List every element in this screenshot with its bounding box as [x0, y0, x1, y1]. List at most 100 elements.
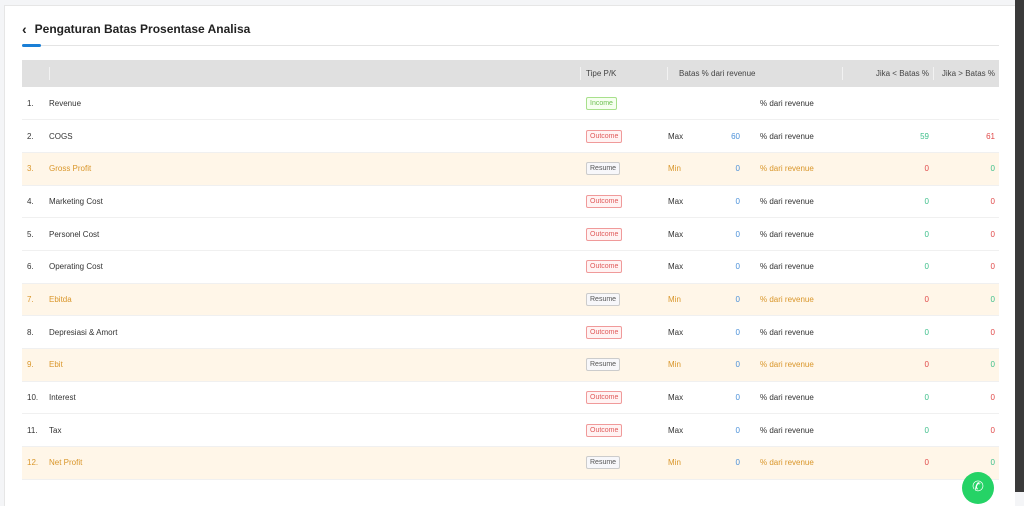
limit-value-input[interactable]: 0: [708, 426, 740, 435]
whatsapp-chat-button[interactable]: ✆: [962, 472, 994, 504]
limit-value-input[interactable]: 60: [708, 132, 740, 141]
type-badge: Resume: [586, 162, 621, 176]
limit-value-input[interactable]: 0: [708, 230, 740, 239]
above-limit-value: 0: [990, 425, 995, 435]
limit-value-input[interactable]: 0: [708, 393, 740, 402]
table-row: 9. Ebit Resume Min 0 % dari revenue 0 0: [22, 348, 999, 382]
row-name: Ebit: [49, 360, 63, 370]
limit-operator: Max: [668, 425, 684, 435]
divider: [22, 45, 999, 46]
type-badge: Resume: [586, 292, 621, 306]
below-limit-value: 0: [924, 164, 929, 174]
limit-unit: % dari revenue: [760, 327, 814, 337]
table-row: 4. Marketing Cost Outcome Max 0 % dari re…: [22, 185, 999, 218]
limit-value-input[interactable]: 0: [708, 164, 740, 173]
row-name: Personel Cost: [49, 229, 100, 239]
row-number: 1.: [27, 98, 34, 108]
table-row: 12. Net Profit Resume Min 0 % dari revenu…: [22, 446, 999, 480]
table-header: Tipe P/K Batas % dari revenue Jika < Bat…: [22, 60, 999, 87]
limit-operator: Min: [668, 294, 681, 304]
row-name: COGS: [49, 131, 73, 141]
row-number: 7.: [27, 294, 34, 304]
row-name: Net Profit: [49, 458, 83, 468]
col-below: Jika < Batas %: [842, 60, 933, 87]
limit-value-input[interactable]: 0: [708, 360, 740, 369]
limit-operator: Max: [668, 196, 684, 206]
row-number: 5.: [27, 229, 34, 239]
row-number: 12.: [27, 458, 39, 468]
limit-operator: Max: [668, 262, 684, 272]
type-badge: Resume: [586, 456, 621, 470]
limit-unit: % dari revenue: [760, 262, 814, 272]
limit-unit: % dari revenue: [760, 196, 814, 206]
below-limit-value: 0: [924, 196, 929, 206]
above-limit-value: 0: [990, 229, 995, 239]
row-number: 2.: [27, 131, 34, 141]
limit-unit: % dari revenue: [760, 393, 814, 403]
limits-table: Tipe P/K Batas % dari revenue Jika < Bat…: [22, 60, 999, 480]
table-row: 7. Ebitda Resume Min 0 % dari revenue 0 0: [22, 283, 999, 316]
col-type: Tipe P/K: [580, 60, 667, 87]
limit-operator: Max: [668, 393, 684, 403]
table-row: 11. Tax Outcome Max 0 % dari revenue 0 0: [22, 414, 999, 447]
table-row: 5. Personel Cost Outcome Max 0 % dari rev…: [22, 218, 999, 251]
limit-value-input[interactable]: 0: [708, 328, 740, 337]
limit-operator: Max: [668, 131, 684, 141]
below-limit-value: 0: [924, 393, 929, 403]
limit-unit: % dari revenue: [760, 458, 814, 468]
type-badge: Outcome: [586, 129, 623, 143]
col-above: Jika > Batas %: [933, 60, 999, 87]
limit-operator: Max: [668, 229, 684, 239]
col-no: [22, 60, 49, 87]
row-name: Interest: [49, 393, 76, 403]
window-edge: [1015, 0, 1024, 492]
row-name: Depresiasi & Amort: [49, 327, 118, 337]
col-name: [49, 60, 580, 87]
active-tab-indicator: [22, 44, 41, 47]
limit-value-input[interactable]: 0: [708, 262, 740, 271]
type-badge: Outcome: [586, 391, 623, 405]
row-number: 6.: [27, 262, 34, 272]
limit-unit: % dari revenue: [760, 294, 814, 304]
below-limit-value: 0: [924, 425, 929, 435]
limit-operator: Min: [668, 360, 681, 370]
above-limit-value: 0: [990, 262, 995, 272]
limit-value-input[interactable]: 0: [708, 295, 740, 304]
below-limit-value: [842, 87, 933, 120]
page-title: Pengaturan Batas Prosentase Analisa: [34, 22, 251, 36]
row-name: Tax: [49, 425, 62, 435]
limit-unit: % dari revenue: [760, 131, 814, 141]
back-chevron-icon[interactable]: ‹: [22, 21, 27, 37]
table-row: 3. Gross Profit Resume Min 0 % dari reven…: [22, 152, 999, 186]
above-limit-value: 0: [990, 458, 995, 468]
row-name: Ebitda: [49, 294, 72, 304]
below-limit-value: 59: [920, 131, 929, 141]
above-limit-value: 0: [990, 196, 995, 206]
table-row: 6. Operating Cost Outcome Max 0 % dari re…: [22, 250, 999, 284]
below-limit-value: 0: [924, 458, 929, 468]
limit-unit: % dari revenue: [760, 164, 814, 174]
limit-value-input[interactable]: 0: [708, 197, 740, 206]
type-badge: Resume: [586, 358, 621, 372]
row-number: 9.: [27, 360, 34, 370]
table-row: 10. Interest Outcome Max 0 % dari revenue…: [22, 381, 999, 414]
limit-unit: % dari revenue: [760, 229, 814, 239]
limit-unit: % dari revenue: [760, 360, 814, 370]
row-name: Gross Profit: [49, 164, 92, 174]
type-badge: Outcome: [586, 260, 623, 274]
limit-operator: Min: [668, 164, 681, 174]
row-number: 11.: [27, 425, 38, 435]
above-limit-value: 0: [990, 360, 995, 370]
row-number: 3.: [27, 164, 34, 174]
row-number: 8.: [27, 327, 34, 337]
row-name: Marketing Cost: [49, 196, 103, 206]
row-number: 10.: [27, 393, 39, 403]
below-limit-value: 0: [924, 360, 929, 370]
limit-value-input[interactable]: 0: [708, 458, 740, 467]
type-badge: Outcome: [586, 325, 623, 339]
below-limit-value: 0: [924, 327, 929, 337]
col-limit: Batas % dari revenue: [667, 60, 760, 87]
limit-unit: % dari revenue: [760, 98, 814, 108]
row-name: Operating Cost: [49, 262, 103, 272]
table-row: 2. COGS Outcome Max 60 % dari revenue 59 …: [22, 120, 999, 153]
